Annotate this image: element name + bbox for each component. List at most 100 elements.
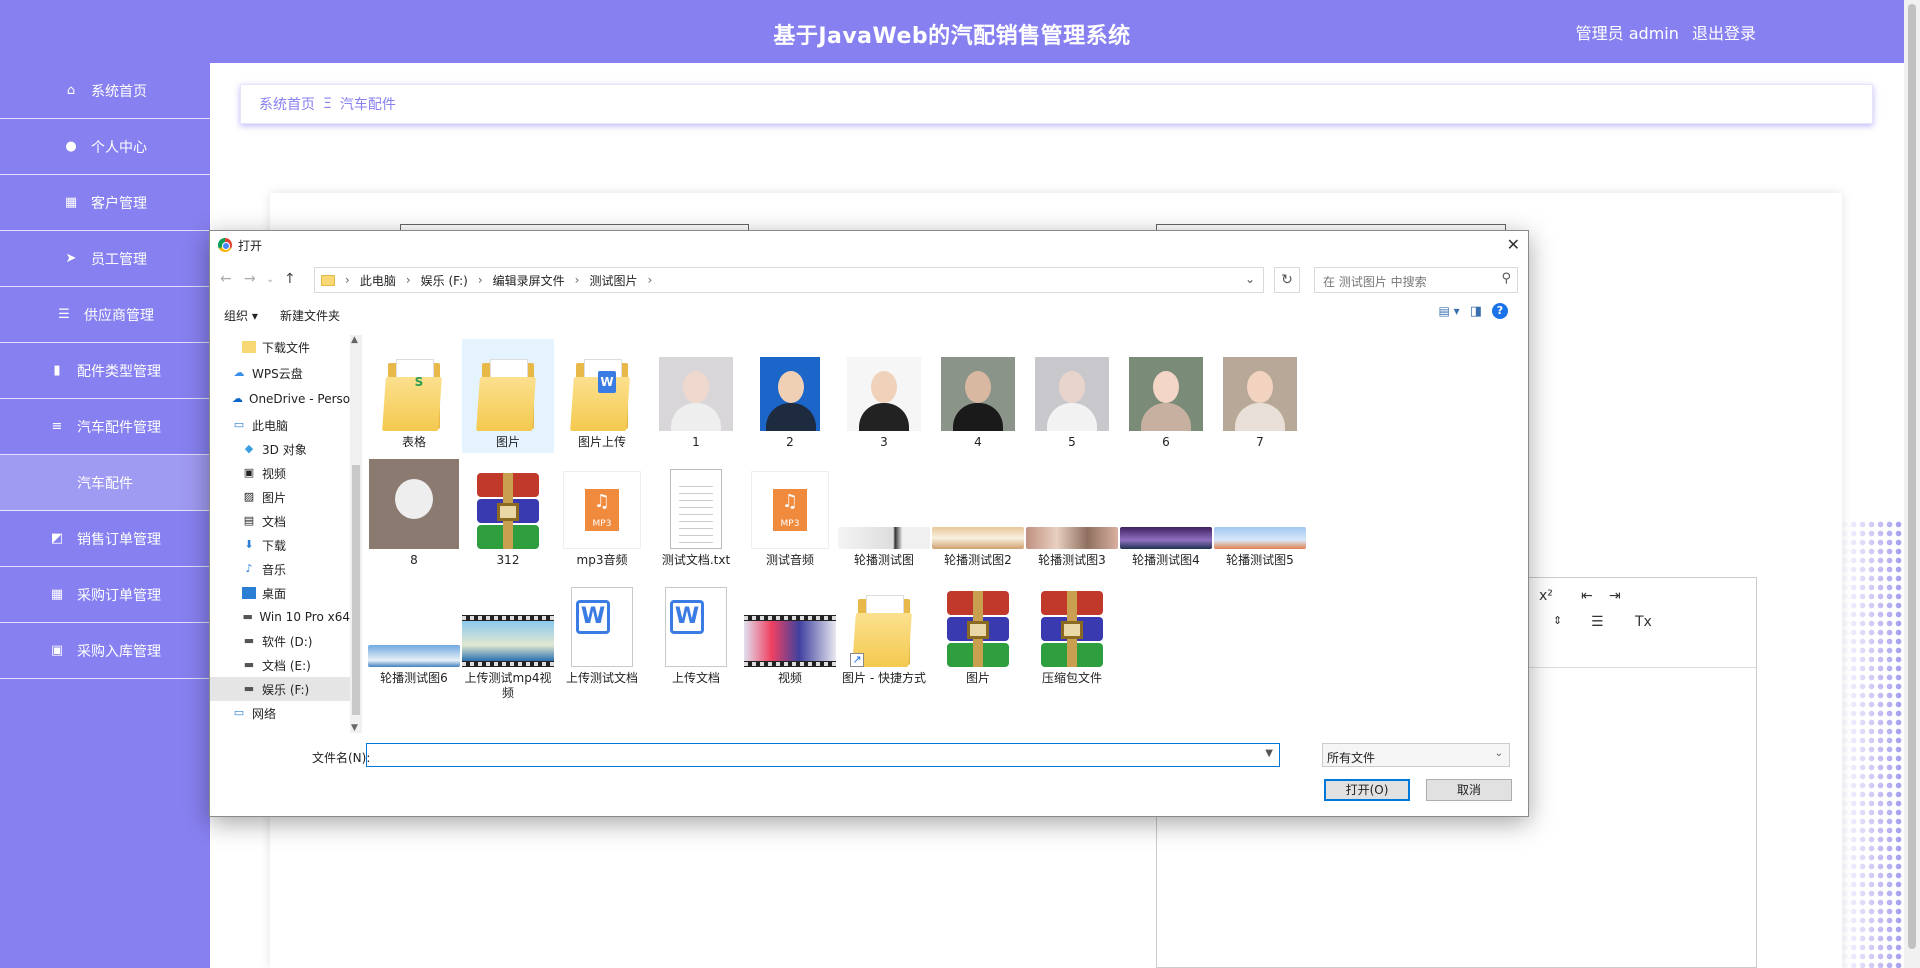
picture-icon: ▨ [243,490,255,503]
send-icon: ➤ [65,250,77,266]
file-item[interactable]: ♫ MP3 mp3音频 [556,459,648,568]
nav-item-downloads-folder[interactable]: 下载文件 [210,335,350,359]
nav-item-documents[interactable]: ▤ 文档 [210,509,350,533]
file-item[interactable]: 轮播测试图6 [368,577,460,686]
nav-pane-scrollbar[interactable]: ▲ ▼ [350,335,362,733]
nav-item-drive-c[interactable]: ▬ Win 10 Pro x64 [210,605,350,629]
path-segment[interactable]: 娱乐 (F:) [421,272,468,289]
path-segment[interactable]: 编辑录屏文件 [493,272,565,289]
path-segment[interactable]: 测试图片 [589,272,637,289]
nav-item-desktop[interactable]: 桌面 [210,581,350,605]
address-bar[interactable]: › 此电脑 › 娱乐 (F:) › 编辑录屏文件 › 测试图片 › ⌄ [314,267,1264,293]
nav-item-onedrive[interactable]: ☁ OneDrive - Perso [210,387,350,411]
superscript-button[interactable]: x² [1539,588,1553,604]
page-scrollbar[interactable] [1904,0,1920,968]
file-item[interactable]: 1 [650,341,742,450]
music-icon: ♪ [245,562,253,575]
file-item[interactable]: 压缩包文件 [1026,577,1118,686]
file-item[interactable]: W 上传文档 [650,577,742,686]
logout-link[interactable]: 退出登录 [1692,24,1756,43]
file-item[interactable]: 3 [838,341,930,450]
file-item[interactable]: 4 [932,341,1024,450]
breadcrumb-home[interactable]: 系统首页 [259,94,315,114]
file-item[interactable]: 轮播测试图3 [1026,459,1118,568]
nav-item-drive-d[interactable]: ▬ 软件 (D:) [210,629,350,653]
new-folder-button[interactable]: 新建文件夹 [280,307,340,324]
view-mode-icon[interactable]: ▤ ▾ [1439,304,1460,318]
nav-item-3d-objects[interactable]: ◆ 3D 对象 [210,437,350,461]
sidebar-item-purchase-orders[interactable]: ▦ 采购订单管理 [0,567,210,623]
cancel-button[interactable]: 取消 [1426,779,1512,801]
align-icon[interactable]: ☰ [1591,614,1604,630]
file-item[interactable]: 图片 [932,577,1024,686]
back-arrow-icon[interactable]: ← [220,271,232,287]
file-item[interactable]: ♫ MP3 测试音频 [744,459,836,568]
file-item[interactable]: 轮播测试图4 [1120,459,1212,568]
recent-dropdown-icon[interactable]: ⌄ [266,274,274,285]
file-item[interactable]: 上传测试mp4视频 [462,577,554,701]
forward-arrow-icon[interactable]: → [244,271,256,287]
nav-item-network[interactable]: ▭ 网络 [210,701,350,725]
nav-item-music[interactable]: ♪ 音乐 [210,557,350,581]
close-icon[interactable]: ✕ [1507,235,1520,254]
file-item[interactable]: W 图片上传 [556,341,648,450]
sidebar-item-home[interactable]: ⌂ 系统首页 [0,63,210,119]
sidebar-subitem-parts[interactable]: 汽车配件 [0,455,210,511]
sidebar-item-stock-in[interactable]: ▣ 采购入库管理 [0,623,210,679]
sidebar-item-sales-orders[interactable]: ◩ 销售订单管理 [0,511,210,567]
chevron-down-icon[interactable]: ▼ [1265,748,1273,759]
filetype-select[interactable]: 所有文件 ⌄ [1322,743,1510,767]
organize-menu[interactable]: 组织 ▾ [224,307,258,324]
file-item[interactable]: 轮播测试图2 [932,459,1024,568]
file-item[interactable]: S 表格 [368,341,460,450]
nav-item-wps-cloud[interactable]: ☁ WPS云盘 [210,361,350,385]
file-item[interactable]: ↗ 图片 - 快捷方式 [838,577,930,686]
nav-pane-scrollbar-thumb[interactable] [352,465,360,715]
outdent-icon[interactable]: ⇤ [1581,588,1593,604]
clear-format-button[interactable]: Tx [1635,614,1652,630]
nav-item-videos[interactable]: ▣ 视频 [210,461,350,485]
scroll-down-icon[interactable]: ▼ [351,723,358,733]
preview-pane-icon[interactable]: ◨ [1470,304,1482,319]
search-input[interactable]: 在 测试图片 中搜索 ⚲ [1314,267,1518,293]
file-item[interactable]: 轮播测试图5 [1214,459,1306,568]
file-item[interactable]: 8 [368,459,460,568]
sidebar-item-employees[interactable]: ➤ 员工管理 [0,231,210,287]
help-icon[interactable]: ? [1492,303,1508,319]
file-item[interactable]: 轮播测试图 [838,459,930,568]
file-item[interactable]: 视频 [744,577,836,686]
path-segment[interactable]: 此电脑 [360,272,396,289]
up-arrow-icon[interactable]: ↑ [284,271,296,287]
file-item[interactable]: 7 [1214,341,1306,450]
file-item[interactable]: 5 [1026,341,1118,450]
file-item[interactable]: 测试文档.txt [650,459,742,568]
scroll-up-icon[interactable]: ▲ [351,335,358,345]
nav-item-downloads[interactable]: ⬇ 下载 [210,533,350,557]
indent-icon[interactable]: ⇥ [1609,588,1621,604]
chevron-down-icon[interactable]: ⌄ [1245,272,1255,286]
page-scrollbar-thumb[interactable] [1908,4,1916,949]
file-item[interactable]: 6 [1120,341,1212,450]
sidebar-item-parts-management[interactable]: ≡ 汽车配件管理 [0,399,210,455]
line-height-icon[interactable]: ⇕ [1553,614,1562,627]
filename-input[interactable]: ▼ [366,743,1280,767]
sidebar-item-profile[interactable]: ● 个人中心 [0,119,210,175]
nav-item-this-pc[interactable]: ▭ 此电脑 [210,413,350,437]
word-document-icon: W [665,587,727,667]
sidebar-item-part-types[interactable]: ▮ 配件类型管理 [0,343,210,399]
file-item[interactable]: 图片 [462,339,554,453]
nav-item-pictures[interactable]: ▨ 图片 [210,485,350,509]
open-button[interactable]: 打开(O) [1324,779,1410,801]
file-item[interactable]: 312 [462,459,554,568]
nav-item-drive-e[interactable]: ▬ 文档 (E:) [210,653,350,677]
file-item[interactable]: 2 [744,341,836,450]
video-icon: ▣ [243,466,255,479]
sidebar-item-suppliers[interactable]: ☰ 供应商管理 [0,287,210,343]
nav-item-drive-f[interactable]: ▬ 娱乐 (F:) [210,677,350,701]
sidebar-item-customers[interactable]: ▦ 客户管理 [0,175,210,231]
word-document-icon: W [571,587,633,667]
file-item[interactable]: W 上传测试文档 [556,577,648,686]
filename-label: 文件名(N): [312,751,371,765]
network-icon: ▭ [233,706,245,719]
refresh-icon[interactable]: ↻ [1274,267,1300,293]
